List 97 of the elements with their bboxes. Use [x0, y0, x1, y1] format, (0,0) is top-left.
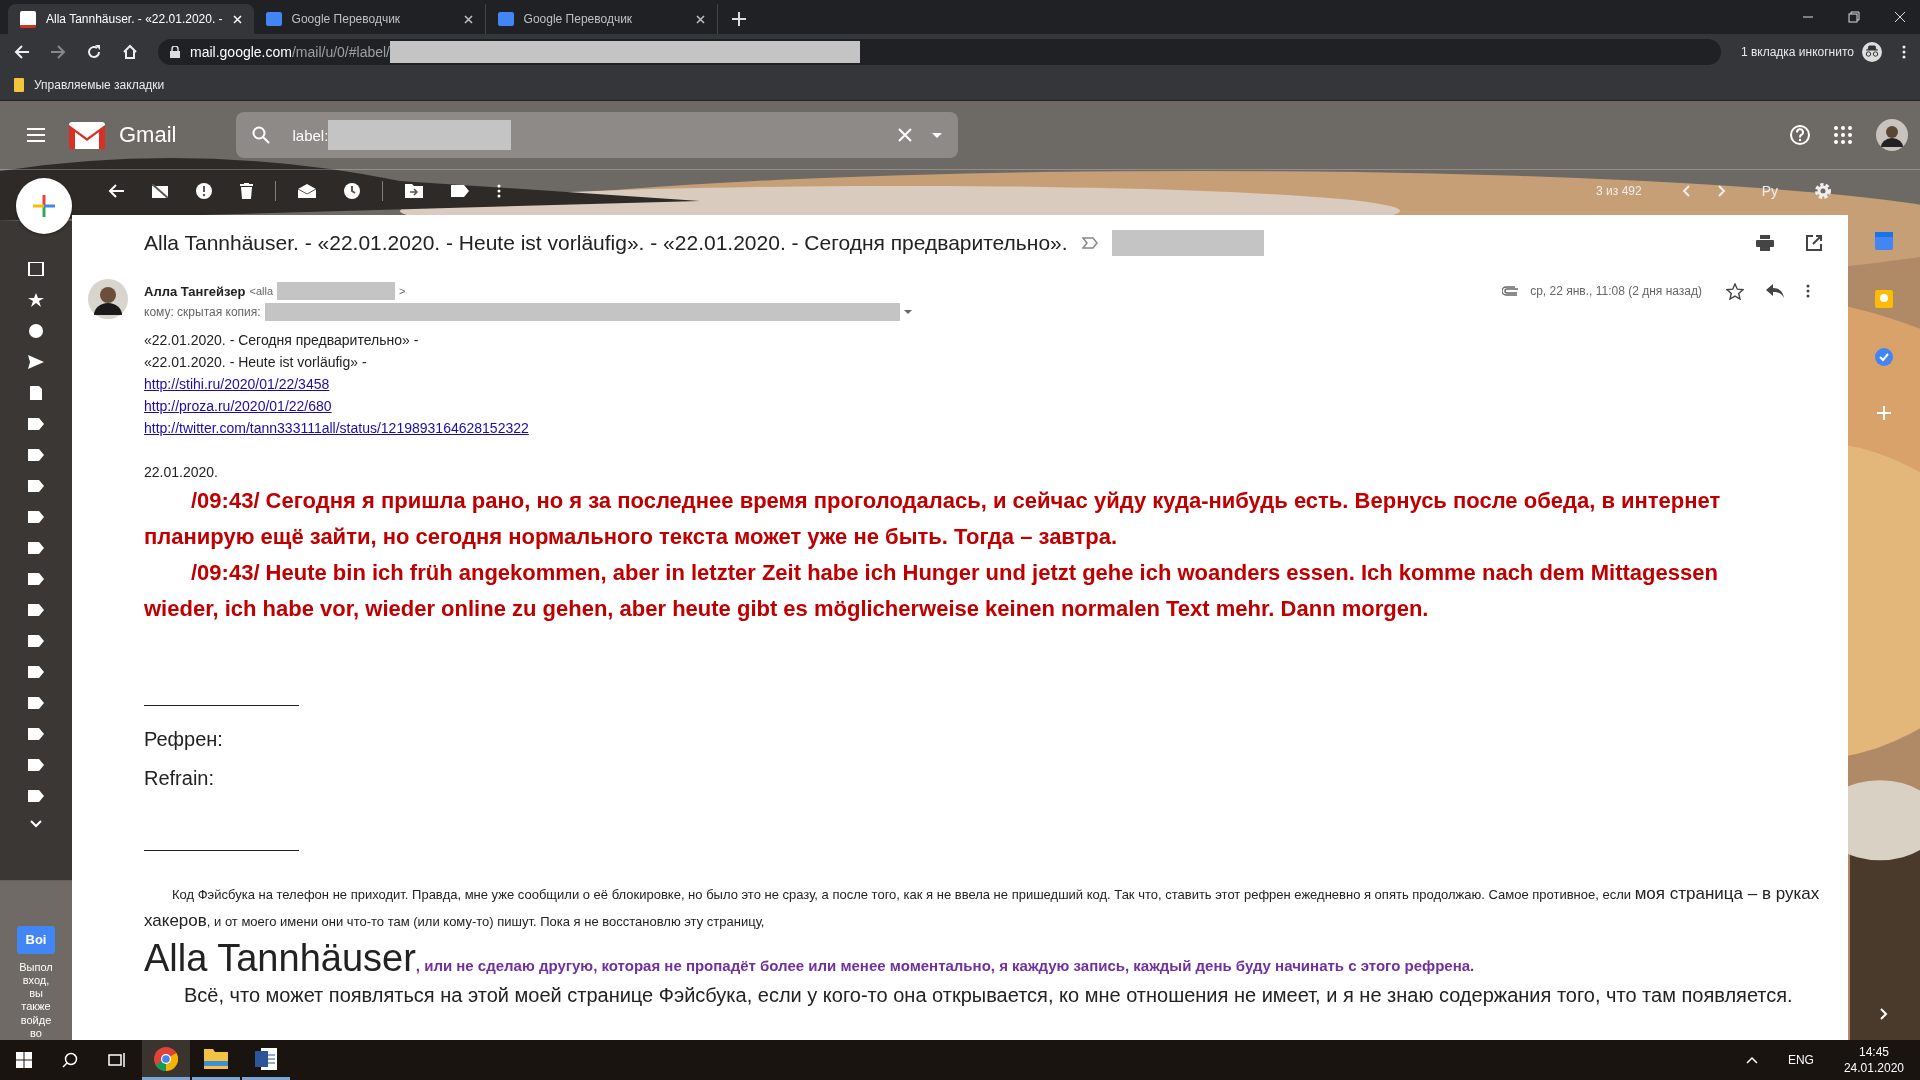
draft-icon[interactable] — [28, 386, 44, 400]
label-icon[interactable] — [28, 572, 44, 586]
incognito-label: 1 вкладка инкогнито — [1740, 45, 1854, 59]
back-icon[interactable] — [14, 44, 30, 60]
star-icon[interactable] — [28, 293, 44, 307]
restore-icon[interactable] — [1848, 11, 1860, 23]
paragraph: Всё, что может появляться на этой моей странице Фэйсбука, если у кого-то она открывается, ко мне отношения не имеет, и я не знаю содержания того, что там появляется. — [183, 983, 1794, 1008]
importance-marker-icon[interactable] — [1081, 237, 1098, 249]
label-icon[interactable] — [28, 603, 44, 617]
more-icon[interactable] — [1902, 45, 1906, 59]
send-icon[interactable] — [28, 355, 44, 369]
more-icon[interactable] — [497, 184, 501, 198]
move-to-folder-icon[interactable] — [405, 184, 423, 198]
message-date: ср, 22 янв., 11:08 (2 дня назад) — [1530, 284, 1702, 298]
dropdown-caret-icon[interactable] — [932, 132, 943, 138]
close-tab-icon[interactable] — [463, 14, 473, 24]
help-icon[interactable] — [1790, 125, 1810, 145]
taskbar-app[interactable] — [142, 1040, 190, 1080]
tasks-icon[interactable] — [1875, 348, 1893, 366]
reply-icon[interactable] — [1766, 284, 1784, 298]
label-icon[interactable] — [28, 634, 44, 648]
star-icon[interactable] — [1726, 282, 1744, 300]
pager-count: 3 из 492 — [1596, 184, 1642, 198]
open-in-new-window-icon[interactable] — [1806, 235, 1822, 251]
expand-panel-icon[interactable] — [1880, 1008, 1888, 1020]
label-icon[interactable] — [28, 758, 44, 772]
envelope-icon[interactable] — [298, 184, 316, 198]
bookmark-folder[interactable]: Управляемые закладки — [14, 78, 165, 92]
sender-address: > — [399, 285, 406, 297]
browser-icon — [154, 1046, 178, 1071]
incognito-icon[interactable] — [1862, 42, 1882, 62]
paragraph: /09:43/ Heute bin ich früh angekommen, aber in letzter Zeit habe ich Hunger und jetzt gehe ich woanders essen. Ich komme nach dem Mittagessen wieder, ich habe vor, wieder online zu gehen, aber heute gibt es möglicherweise keinen normalen Text mehr. Dann morgen. — [144, 559, 1719, 623]
address-bar[interactable]: mail.google.com/mail/u/0/#label/ — [158, 39, 1721, 65]
more-icon[interactable] — [1806, 284, 1810, 298]
label-icon[interactable] — [28, 665, 44, 679]
paperclip-icon — [1502, 286, 1521, 296]
inbox-icon[interactable] — [28, 262, 44, 276]
settings-icon[interactable] — [1814, 182, 1832, 200]
label-icon[interactable] — [28, 417, 44, 431]
body-line: «22.01.2020. - Сегодня предварительно» - — [144, 331, 420, 350]
paragraph: Код Фэйсбука на телефон не приходит. Правда, мне уже сообщили о её блокировке, но было это не сразу, а после того, как я не ввела не пришедший код. Так что, ставить этот рефрен ежедневно я опять продолжаю. Самое противное, если моя страница – в руках хакеров, и от моего имени они что-то там (или кому-то) пишут. Пока я не восстановлю эту страницу, — [144, 883, 1821, 932]
gmail-logo-icon[interactable] — [69, 121, 105, 149]
refrain-heading: Рефрен: — [144, 728, 224, 751]
refrain-heading: Refrain: — [144, 767, 216, 790]
browser-tab[interactable]: Alla Tannhäuser. - «22.01.2020. - — [8, 4, 254, 34]
sender-address: <alla — [249, 285, 274, 297]
label-icon[interactable] — [28, 479, 44, 493]
date-line: 22.01.2020. — [144, 463, 219, 482]
avatar-icon[interactable] — [1876, 119, 1908, 151]
back-arrow-icon[interactable] — [108, 184, 124, 198]
label-icon[interactable] — [28, 541, 44, 555]
home-icon[interactable] — [122, 44, 138, 60]
link[interactable]: http://stihi.ru/2020/01/22/3458 — [144, 376, 330, 392]
label-icon[interactable] — [28, 727, 44, 741]
label-icon[interactable] — [28, 448, 44, 462]
language-indicator[interactable]: ENG — [1787, 1053, 1814, 1067]
plus-icon — [33, 195, 55, 217]
close-tab-icon[interactable] — [695, 14, 705, 24]
dropdown-caret-icon[interactable] — [903, 310, 912, 314]
forward-icon[interactable] — [50, 44, 66, 60]
label-icon[interactable] — [28, 789, 44, 803]
sign-in-hint: Выпол вход, вы также войде во — [18, 960, 54, 1040]
next-icon[interactable] — [1717, 185, 1726, 197]
clear-icon[interactable] — [898, 128, 913, 142]
reload-icon[interactable] — [86, 44, 102, 60]
link[interactable]: http://twitter.com/tann333111all/status/1219893164628152322 — [144, 420, 529, 436]
paragraph: /09:43/ Сегодня я пришла рано, но я за последнее время проголодалась, и сейчас уйду куда-нибудь есть. Вернусь после обеда, в интернет планирую ещё зайти, но сегодня нормального текста может уже не быть. Тогда – завтра. — [144, 487, 1722, 551]
new-tab-icon[interactable] — [731, 12, 746, 26]
clock[interactable]: 14:45 24.01.2020 — [1843, 1044, 1904, 1076]
apps-grid-icon[interactable] — [1834, 126, 1852, 144]
label-icon[interactable] — [451, 185, 469, 197]
label-icon[interactable] — [28, 696, 44, 710]
label-icon[interactable] — [28, 510, 44, 524]
folder-icon — [204, 1048, 228, 1069]
sender-avatar — [88, 279, 128, 319]
search-icon[interactable] — [62, 1052, 78, 1068]
document-app-icon — [255, 1047, 277, 1070]
lock-icon — [170, 46, 180, 58]
sign-in-button[interactable]: Boi — [17, 925, 55, 954]
print-icon[interactable] — [1756, 235, 1774, 251]
paragraph: Alla Tannhäuser, или не сделаю другую, которая не пропадёт более или менее моментально, я каждую запись, каждый день буду начинать с этого рефрена. — [144, 937, 1476, 980]
expand-more-icon[interactable] — [30, 820, 42, 828]
spam-icon[interactable] — [196, 183, 212, 199]
task-view-icon[interactable] — [108, 1052, 126, 1068]
trash-icon[interactable] — [240, 183, 253, 199]
email-subject: Alla Tannhäuser. - «22.01.2020. - Heute ist vorläufig». - «22.01.2020. - Сегодня предварительно». — [144, 231, 1068, 255]
windows-start-icon[interactable] — [16, 1052, 32, 1068]
close-icon[interactable] — [1894, 11, 1906, 23]
tray-caret-icon[interactable] — [1745, 1056, 1758, 1064]
link[interactable]: http://proza.ru/2020/01/22/680 — [144, 398, 332, 414]
recipient-label: кому: скрытая копия: — [144, 305, 261, 319]
product-name: Gmail — [119, 122, 177, 148]
search-icon — [252, 126, 271, 144]
folder-icon — [14, 78, 24, 92]
body-line: «22.01.2020. - Heute ist vorläufig» - — [144, 353, 368, 372]
sender-name: Алла Тангейзер — [144, 283, 246, 299]
menu-icon[interactable] — [27, 128, 45, 142]
